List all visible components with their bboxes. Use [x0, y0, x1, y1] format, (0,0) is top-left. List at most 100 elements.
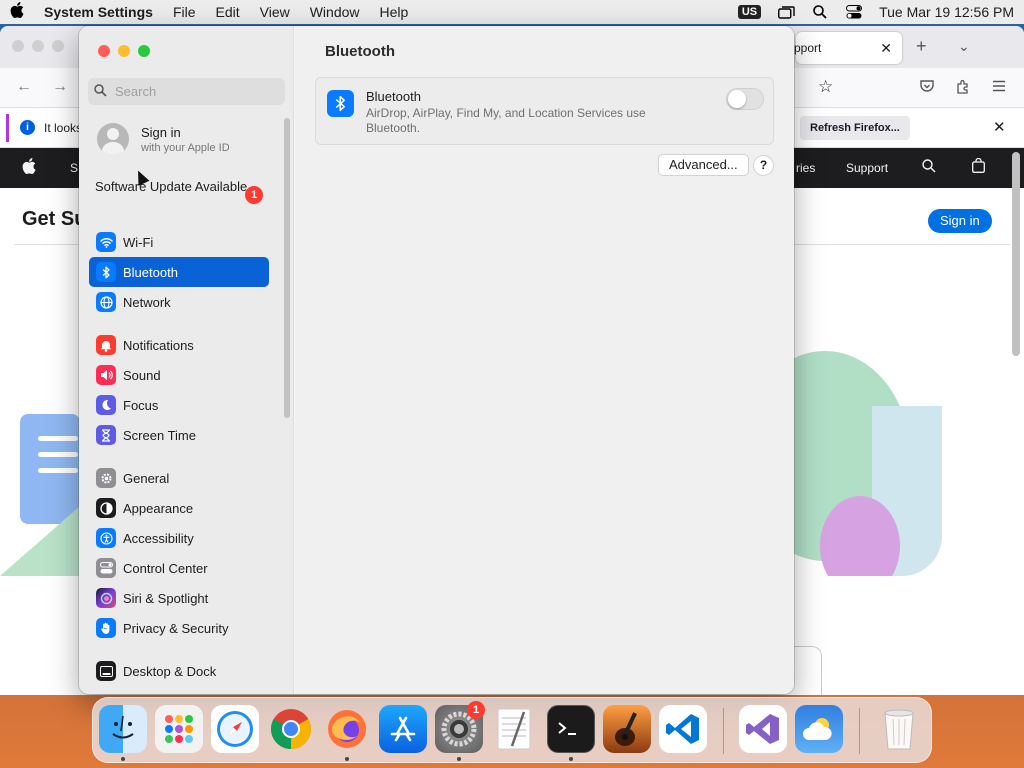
settings-sidebar: Sign in with your Apple ID Software Upda… [79, 26, 294, 694]
sidebar-item-label: Control Center [123, 560, 208, 576]
sidebar-item-screen-time[interactable]: Screen Time [89, 420, 269, 450]
browser-tab-title: pport [794, 41, 822, 55]
page-heading-partial: Get Su [22, 208, 87, 230]
gear-icon [96, 468, 116, 488]
menu-app-name[interactable]: System Settings [44, 4, 153, 20]
sidebar-item-label: Sound [123, 367, 161, 383]
sidebar-item-siri-spotlight[interactable]: Siri & Spotlight [89, 583, 269, 613]
screen-mirroring-icon[interactable] [777, 5, 795, 19]
menu-help[interactable]: Help [380, 4, 409, 20]
sidebar-item-bluetooth[interactable]: Bluetooth [89, 257, 269, 287]
input-source-indicator[interactable]: US [737, 5, 762, 19]
bluetooth-icon [96, 262, 116, 282]
minimize-window-button[interactable] [118, 45, 130, 57]
menubar-clock[interactable]: Tue Mar 19 12:56 PM [879, 4, 1014, 20]
sidebar-search[interactable] [88, 78, 285, 105]
control-center-icon[interactable] [845, 5, 863, 19]
forward-arrow-icon[interactable]: → [52, 78, 68, 96]
site-search-icon[interactable] [922, 159, 936, 176]
dock-chrome-icon[interactable] [267, 705, 315, 753]
close-tab-icon[interactable]: ✕ [880, 40, 892, 57]
apple-logo-icon[interactable] [22, 158, 36, 179]
dock-terminal-icon[interactable] [547, 705, 595, 753]
accessibility-icon [96, 528, 116, 548]
bluetooth-label: Bluetooth [366, 89, 421, 104]
tab-list-chevron-icon[interactable]: ⌄ [958, 38, 970, 55]
menu-view[interactable]: View [260, 4, 290, 20]
dock-vscode-icon[interactable] [659, 705, 707, 753]
sidebar-item-wifi[interactable]: Wi-Fi [89, 227, 269, 257]
sidebar-item-accessibility[interactable]: Accessibility [89, 523, 269, 553]
sidebar-item-label: General [123, 470, 170, 486]
sidebar-item-general[interactable]: General [89, 463, 269, 493]
dock-textedit-icon[interactable] [491, 705, 539, 753]
system-settings-window: Sign in with your Apple ID Software Upda… [79, 26, 794, 694]
menu-file[interactable]: File [173, 4, 196, 20]
site-sign-in-button[interactable]: Sign in [928, 209, 992, 233]
sidebar-item-label: Focus [123, 397, 159, 413]
back-arrow-icon[interactable]: ← [16, 78, 32, 96]
dock-visual-studio-icon[interactable] [739, 705, 787, 753]
help-button[interactable]: ? [753, 155, 774, 176]
dock-weather-icon[interactable] [795, 705, 843, 753]
new-tab-icon[interactable]: + [916, 36, 927, 57]
close-notice-icon[interactable]: ✕ [993, 118, 1006, 136]
sidebar-item-label: Privacy & Security [123, 620, 229, 636]
dock-firefox-icon[interactable] [323, 705, 371, 753]
browser-tab[interactable]: pport ✕ [794, 32, 902, 64]
sidebar-item-desktop-dock[interactable]: Desktop & Dock [89, 656, 269, 686]
dock-app-store-icon[interactable] [379, 705, 427, 753]
sidebar-item-appearance[interactable]: Appearance [89, 493, 269, 523]
spotlight-search-icon[interactable] [811, 5, 829, 19]
dock-launchpad-icon[interactable] [155, 705, 203, 753]
bluetooth-card: Bluetooth AirDrop, AirPlay, Find My, and… [315, 77, 774, 145]
document-illustration [20, 414, 80, 524]
pocket-icon[interactable] [920, 79, 934, 96]
zoom-window-button[interactable] [138, 45, 150, 57]
extensions-icon[interactable] [956, 79, 971, 97]
hand-icon [96, 618, 116, 638]
site-nav-partial-right[interactable]: ries [796, 161, 815, 175]
apple-id-sign-in[interactable]: Sign in with your Apple ID [97, 123, 230, 155]
dock-finder-icon[interactable] [99, 705, 147, 753]
site-nav-support[interactable]: Support [846, 161, 888, 175]
bluetooth-description: AirDrop, AirPlay, Find My, and Location … [366, 106, 646, 135]
bluetooth-toggle[interactable] [726, 88, 764, 110]
sidebar-item-focus[interactable]: Focus [89, 390, 269, 420]
hamburger-menu-icon[interactable] [992, 79, 1006, 95]
refresh-firefox-button[interactable]: Refresh Firefox... [800, 116, 910, 140]
sidebar-item-label: Accessibility [123, 530, 194, 546]
shopping-bag-icon[interactable] [972, 157, 985, 176]
wifi-icon [96, 232, 116, 252]
browser-scrollbar[interactable] [1012, 152, 1020, 356]
close-window-button[interactable] [98, 45, 110, 57]
sidebar-item-control-center[interactable]: Control Center [89, 553, 269, 583]
bookmark-star-icon[interactable]: ☆ [818, 77, 833, 97]
apple-menu-icon[interactable] [10, 1, 44, 23]
dock-trash-icon[interactable] [875, 705, 923, 753]
sidebar-item-sound[interactable]: Sound [89, 360, 269, 390]
menu-edit[interactable]: Edit [216, 4, 240, 20]
site-nav-partial-left[interactable]: S [70, 161, 78, 175]
info-icon: i [20, 120, 35, 135]
software-update-badge: 1 [245, 186, 263, 204]
dock-separator [723, 708, 724, 754]
speaker-icon [96, 365, 116, 385]
menu-bar: System Settings File Edit View Window He… [0, 0, 1024, 24]
sidebar-scrollbar[interactable] [284, 118, 290, 418]
sidebar-item-label: Appearance [123, 500, 194, 516]
siri-icon [96, 588, 116, 608]
software-update-item[interactable]: Software Update Available [95, 179, 265, 195]
sidebar-item-network[interactable]: Network [89, 287, 269, 317]
dock-separator [859, 708, 860, 754]
running-indicator [345, 757, 349, 761]
advanced-button[interactable]: Advanced... [658, 154, 749, 176]
sidebar-item-privacy-security[interactable]: Privacy & Security [89, 613, 269, 643]
search-input[interactable] [115, 84, 275, 99]
menu-window[interactable]: Window [310, 4, 360, 20]
sidebar-item-notifications[interactable]: Notifications [89, 330, 269, 360]
dock-garageband-icon[interactable] [603, 705, 651, 753]
dock-safari-icon[interactable] [211, 705, 259, 753]
card-edge [790, 646, 822, 695]
running-indicator [569, 757, 573, 761]
